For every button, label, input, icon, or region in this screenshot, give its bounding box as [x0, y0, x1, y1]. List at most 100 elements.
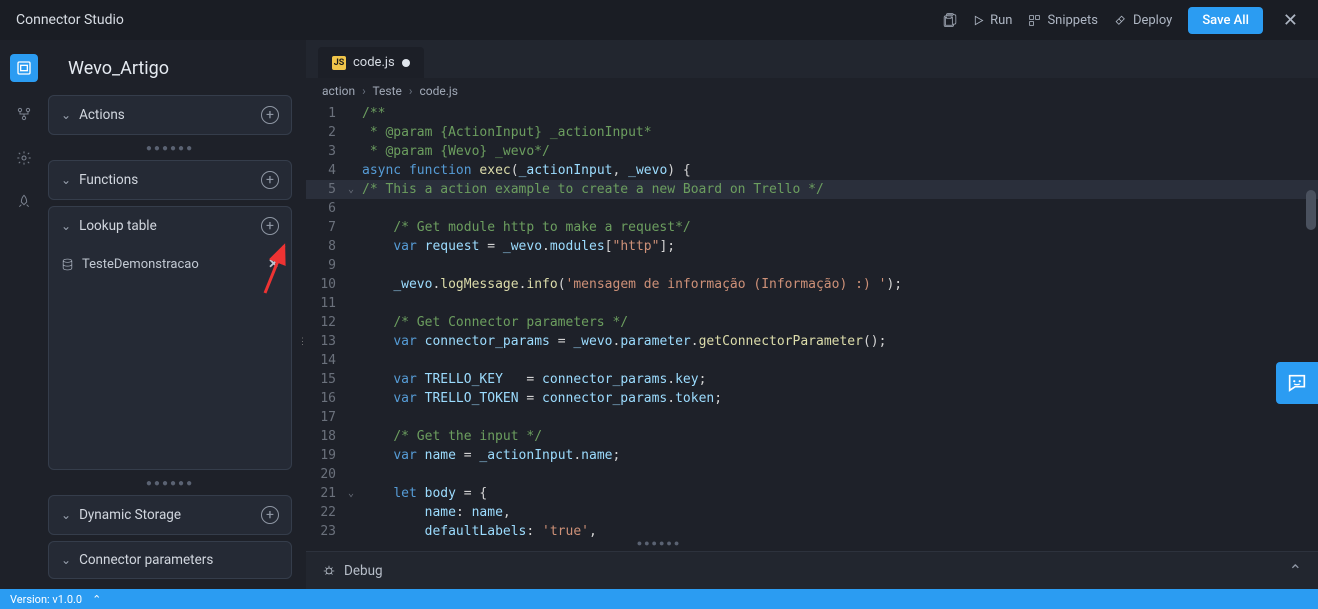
line-number: 20	[306, 465, 348, 484]
run-button[interactable]: Run	[973, 13, 1012, 28]
panel-header-functions[interactable]: ⌄Functions +	[49, 161, 291, 199]
code-text[interactable]: /* Get Connector parameters */	[362, 313, 1318, 332]
code-text[interactable]: /**	[362, 104, 1318, 123]
save-all-button[interactable]: Save All	[1188, 7, 1263, 34]
fold-icon	[348, 313, 362, 332]
code-line[interactable]: 18 /* Get the input */	[306, 427, 1318, 446]
line-number: 12	[306, 313, 348, 332]
code-text[interactable]: defaultLabels: 'true',	[362, 522, 1318, 541]
code-line[interactable]: 7 /* Get module http to make a request*/	[306, 218, 1318, 237]
expand-debug-icon[interactable]: ⌃	[1289, 561, 1302, 580]
panel-title: Connector parameters	[79, 552, 213, 568]
bottom-drag-handle[interactable]: ●●●●●●	[637, 538, 682, 549]
drag-handle[interactable]: ●●●●●●	[48, 476, 292, 491]
code-line[interactable]: 12 /* Get Connector parameters */	[306, 313, 1318, 332]
lookup-item[interactable]: TesteDemonstracao ✕	[49, 249, 291, 280]
fold-icon	[348, 161, 362, 180]
code-line[interactable]: 5⌄/* This a action example to create a n…	[306, 180, 1318, 199]
panel-header-actions[interactable]: ⌄ Actions +	[49, 96, 291, 134]
line-number: 15	[306, 370, 348, 389]
clipboard-icon[interactable]	[943, 13, 957, 27]
add-action-icon[interactable]: +	[261, 106, 279, 124]
code-line[interactable]: 23 defaultLabels: 'true',	[306, 522, 1318, 541]
code-line[interactable]: 22 name: name,	[306, 503, 1318, 522]
snippets-button[interactable]: Snippets	[1028, 13, 1098, 28]
code-line[interactable]: 3 * @param {Wevo} _wevo*/	[306, 142, 1318, 161]
fold-icon	[348, 503, 362, 522]
code-text[interactable]: * @param {Wevo} _wevo*/	[362, 142, 1318, 161]
code-text[interactable]: * @param {ActionInput} _actionInput*	[362, 123, 1318, 142]
debug-label: Debug	[344, 563, 383, 579]
code-line[interactable]: 1/**	[306, 104, 1318, 123]
code-text[interactable]	[362, 465, 1318, 484]
panel-title: Actions	[79, 107, 125, 123]
panel-header-connector-params[interactable]: ⌄Connector parameters	[49, 542, 291, 578]
drag-handle[interactable]: ●●●●●●	[48, 141, 292, 156]
code-line[interactable]: 14	[306, 351, 1318, 370]
add-storage-icon[interactable]: +	[261, 506, 279, 524]
chevron-right-icon: ›	[362, 84, 366, 98]
support-chat-button[interactable]	[1276, 362, 1318, 404]
panel-header-dynamic-storage[interactable]: ⌄Dynamic Storage +	[49, 496, 291, 534]
add-lookup-icon[interactable]: +	[261, 217, 279, 235]
fold-icon[interactable]: ⌄	[348, 180, 362, 199]
rail-project-icon[interactable]	[10, 54, 38, 82]
code-line[interactable]: 16 var TRELLO_TOKEN = connector_params.t…	[306, 389, 1318, 408]
fold-icon	[348, 237, 362, 256]
lookup-item-label: TesteDemonstracao	[82, 257, 199, 272]
code-text[interactable]: var TRELLO_TOKEN = connector_params.toke…	[362, 389, 1318, 408]
code-text[interactable]: var name = _actionInput.name;	[362, 446, 1318, 465]
close-icon[interactable]: ✕	[1279, 10, 1302, 31]
code-text[interactable]: let body = {	[362, 484, 1318, 503]
code-line[interactable]: 19 var name = _actionInput.name;	[306, 446, 1318, 465]
code-editor[interactable]: 1/**2 * @param {ActionInput} _actionInpu…	[306, 104, 1318, 551]
code-text[interactable]: var connector_params = _wevo.parameter.g…	[362, 332, 1318, 351]
code-text[interactable]	[362, 351, 1318, 370]
chevron-down-icon: ⌄	[61, 108, 71, 122]
code-line[interactable]: 21⌄ let body = {	[306, 484, 1318, 503]
code-text[interactable]: _wevo.logMessage.info('mensagem de infor…	[362, 275, 1318, 294]
scrollbar-thumb[interactable]	[1306, 190, 1316, 230]
delete-lookup-icon[interactable]: ✕	[268, 257, 279, 272]
add-function-icon[interactable]: +	[261, 171, 279, 189]
code-text[interactable]: async function exec(_actionInput, _wevo)…	[362, 161, 1318, 180]
line-number: 9	[306, 256, 348, 275]
rail-rocket-icon[interactable]	[16, 194, 32, 214]
version-caret-icon[interactable]: ⌃	[92, 593, 101, 606]
fold-icon	[348, 427, 362, 446]
code-line[interactable]: 17	[306, 408, 1318, 427]
code-text[interactable]	[362, 408, 1318, 427]
debug-panel-header[interactable]: Debug ⌃	[306, 551, 1318, 589]
panel-dynamic-storage: ⌄Dynamic Storage +	[48, 495, 292, 535]
breadcrumb[interactable]: action › Teste › code.js	[306, 78, 1318, 104]
code-line[interactable]: 11	[306, 294, 1318, 313]
panel-header-lookup[interactable]: ⌄Lookup table +	[49, 207, 291, 245]
code-text[interactable]	[362, 199, 1318, 218]
deploy-button[interactable]: Deploy	[1114, 13, 1172, 28]
js-icon: JS	[332, 56, 346, 70]
code-line[interactable]: 2 * @param {ActionInput} _actionInput*	[306, 123, 1318, 142]
code-line[interactable]: 4async function exec(_actionInput, _wevo…	[306, 161, 1318, 180]
code-line[interactable]: 8 var request = _wevo.modules["http"];	[306, 237, 1318, 256]
code-line[interactable]: 6	[306, 199, 1318, 218]
rail-branch-icon[interactable]	[16, 106, 32, 126]
code-line[interactable]: 10 _wevo.logMessage.info('mensagem de in…	[306, 275, 1318, 294]
snippets-label: Snippets	[1047, 13, 1098, 28]
code-text[interactable]: name: name,	[362, 503, 1318, 522]
code-line[interactable]: 15 var TRELLO_KEY = connector_params.key…	[306, 370, 1318, 389]
tab-filename: code.js	[353, 55, 395, 70]
code-text[interactable]: var request = _wevo.modules["http"];	[362, 237, 1318, 256]
code-text[interactable]: /* Get the input */	[362, 427, 1318, 446]
code-line[interactable]: 20	[306, 465, 1318, 484]
code-text[interactable]	[362, 294, 1318, 313]
rail-settings-icon[interactable]	[16, 150, 32, 170]
code-text[interactable]	[362, 256, 1318, 275]
panel-connector-params: ⌄Connector parameters	[48, 541, 292, 579]
code-text[interactable]: var TRELLO_KEY = connector_params.key;	[362, 370, 1318, 389]
tab-codejs[interactable]: JS code.js	[318, 47, 424, 78]
code-text[interactable]: /* Get module http to make a request*/	[362, 218, 1318, 237]
code-line[interactable]: 13 var connector_params = _wevo.paramete…	[306, 332, 1318, 351]
fold-icon[interactable]: ⌄	[348, 484, 362, 503]
code-text[interactable]: /* This a action example to create a new…	[362, 180, 1318, 199]
code-line[interactable]: 9	[306, 256, 1318, 275]
